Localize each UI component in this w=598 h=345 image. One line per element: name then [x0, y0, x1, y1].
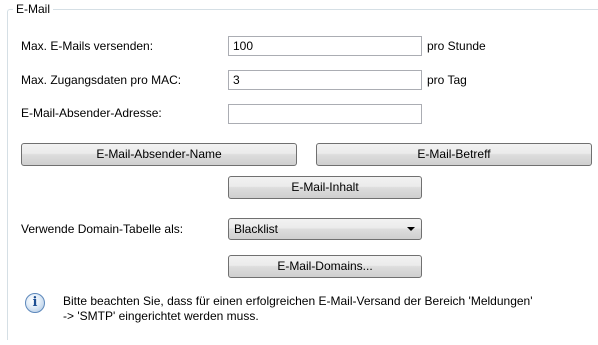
- domain-table-label: Verwende Domain-Tabelle als:: [21, 222, 184, 236]
- content-button[interactable]: E-Mail-Inhalt: [228, 176, 422, 199]
- sender-name-button[interactable]: E-Mail-Absender-Name: [21, 143, 297, 166]
- sender-address-field[interactable]: [228, 104, 422, 124]
- max-credentials-label: Max. Zugangsdaten pro MAC:: [21, 73, 182, 87]
- chevron-down-icon: [407, 227, 415, 231]
- domain-table-selected-value: Blacklist: [234, 222, 279, 236]
- subject-button[interactable]: E-Mail-Betreff: [316, 143, 592, 166]
- max-credentials-field[interactable]: 3: [228, 70, 422, 90]
- info-icon: i: [25, 293, 45, 313]
- sender-address-label: E-Mail-Absender-Adresse:: [21, 106, 162, 120]
- domain-table-select[interactable]: Blacklist: [228, 218, 422, 240]
- max-credentials-unit: pro Tag: [427, 73, 467, 87]
- max-emails-field[interactable]: 100: [228, 36, 422, 56]
- domains-button[interactable]: E-Mail-Domains...: [228, 255, 422, 278]
- max-emails-unit: pro Stunde: [427, 39, 486, 53]
- info-note-line-2: -> 'SMTP' eingerichtet werden muss.: [63, 309, 259, 323]
- info-note: Bitte beachten Sie, dass für einen erfol…: [63, 294, 598, 324]
- group-title: E-Mail: [13, 1, 54, 17]
- info-note-line-1: Bitte beachten Sie, dass für einen erfol…: [63, 294, 533, 308]
- email-group-box: [7, 9, 598, 340]
- max-emails-label: Max. E-Mails versenden:: [21, 39, 154, 53]
